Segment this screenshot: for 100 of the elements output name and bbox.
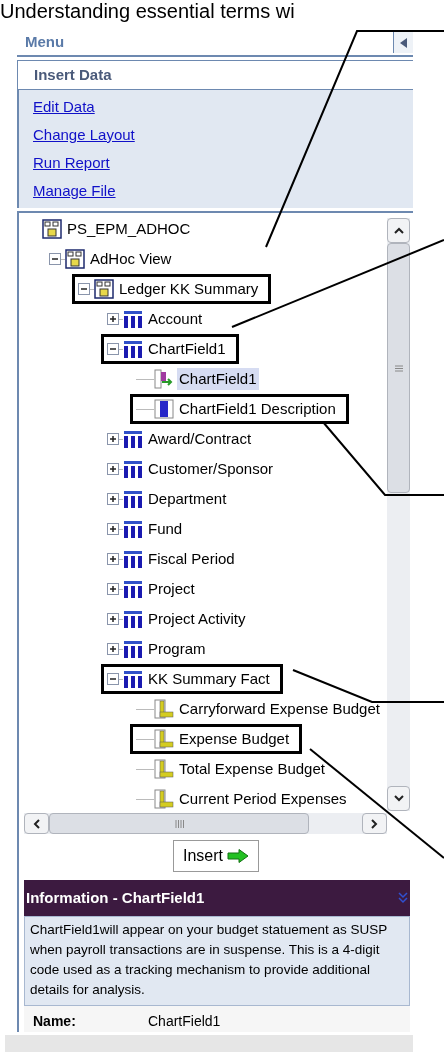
- double-chevron-down-icon: [398, 892, 408, 904]
- hierarchy-icon: [42, 219, 62, 239]
- scroll-down-button[interactable]: [387, 786, 410, 811]
- tree-item-label: Total Expense Budget: [178, 758, 326, 779]
- expand-toggle[interactable]: [107, 583, 119, 595]
- tree-item[interactable]: KK Summary Fact: [101, 664, 283, 694]
- horizontal-scrollbar[interactable]: [24, 813, 387, 834]
- collapse-toggle[interactable]: [49, 253, 61, 265]
- dimension-icon: [123, 339, 143, 359]
- page-heading: Understanding essential terms wi: [0, 0, 295, 22]
- arrow-right-icon: [227, 849, 249, 863]
- dimension-icon: [123, 489, 143, 509]
- tree-item[interactable]: Expense Budget: [130, 724, 303, 754]
- collapse-toggle[interactable]: [78, 283, 90, 295]
- insert-button[interactable]: Insert: [173, 840, 259, 872]
- measure-icon: [154, 789, 174, 809]
- tree-item[interactable]: Total Expense Budget: [130, 754, 338, 784]
- dimension-icon: [123, 669, 143, 689]
- tree-item-label: Fund: [147, 518, 184, 539]
- tree-item[interactable]: Fiscal Period: [101, 544, 248, 574]
- tree-item-label: Fiscal Period: [147, 548, 236, 569]
- expand-toggle[interactable]: [107, 613, 119, 625]
- menu-link[interactable]: Run Report: [33, 149, 110, 177]
- info-title: Information - ChartField1: [26, 887, 205, 908]
- tree-item[interactable]: Customer/Sponsor: [101, 454, 287, 484]
- tree-item[interactable]: ChartField1: [130, 364, 270, 394]
- tree-item[interactable]: ChartField1 Description: [130, 394, 349, 424]
- expand-toggle[interactable]: [107, 493, 119, 505]
- expand-toggle[interactable]: [107, 463, 119, 475]
- tree-item[interactable]: Carryforward Expense Budget: [130, 694, 387, 724]
- tree-item-label: Customer/Sponsor: [147, 458, 275, 479]
- tree-item-label: Project: [147, 578, 196, 599]
- tree-item-label: Current Period Expenses: [178, 788, 348, 809]
- tree-item-label: Expense Budget: [178, 728, 291, 749]
- menu-link[interactable]: Edit Data: [33, 93, 95, 121]
- attribute-icon: [154, 399, 174, 419]
- tree-item-label: Account: [147, 308, 204, 329]
- menu-link[interactable]: Manage File: [33, 177, 116, 205]
- tree-item[interactable]: Project: [101, 574, 208, 604]
- dimension-icon: [123, 609, 143, 629]
- tree-item[interactable]: ChartField1: [101, 334, 239, 364]
- name-value: ChartField1: [148, 1011, 221, 1031]
- tree-item-label: Program: [147, 638, 207, 659]
- collapse-toggle[interactable]: [107, 673, 119, 685]
- dimension-icon: [123, 579, 143, 599]
- chevron-up-icon: [393, 227, 404, 234]
- chevron-down-icon: [393, 795, 404, 802]
- dimension-icon: [123, 639, 143, 659]
- expand-toggle[interactable]: [107, 433, 119, 445]
- vertical-scrollbar[interactable]: [387, 218, 410, 811]
- tree-item[interactable]: Ledger KK Summary: [72, 274, 272, 304]
- tree-item[interactable]: PS_EPM_ADHOC: [36, 214, 204, 244]
- tree-item[interactable]: Fund: [101, 514, 196, 544]
- measure-icon: [154, 759, 174, 779]
- tree-item[interactable]: Current Period Expenses: [130, 784, 360, 813]
- hierarchy-icon: [65, 249, 85, 269]
- tree-item-label: ChartField1 Description: [178, 398, 337, 419]
- tree-item[interactable]: Department: [101, 484, 240, 514]
- tree-item[interactable]: Project Activity: [101, 604, 259, 634]
- tree-item-label: Award/Contract: [147, 428, 253, 449]
- dimension-icon: [123, 309, 143, 329]
- menu-current-item[interactable]: Insert Data: [17, 60, 413, 90]
- menu-title: Menu: [24, 31, 65, 52]
- tree-item[interactable]: AdHoc View: [43, 244, 185, 274]
- dimension-icon: [123, 549, 143, 569]
- hierarchy-icon: [94, 279, 114, 299]
- scroll-left-button[interactable]: [24, 813, 49, 834]
- tree-item-label: KK Summary Fact: [147, 668, 271, 689]
- dimension-icon: [123, 429, 143, 449]
- key-attribute-icon: [154, 369, 174, 389]
- collapse-button[interactable]: [393, 31, 413, 53]
- scroll-right-button[interactable]: [362, 813, 387, 834]
- expand-toggle[interactable]: [107, 553, 119, 565]
- expand-toggle[interactable]: [107, 313, 119, 325]
- tree-item-label: Carryforward Expense Budget: [178, 698, 381, 719]
- dimension-icon: [123, 519, 143, 539]
- measure-icon: [154, 729, 174, 749]
- collapse-toggle[interactable]: [107, 343, 119, 355]
- scroll-up-button[interactable]: [387, 218, 410, 243]
- name-label: Name:: [33, 1011, 77, 1031]
- tree-item[interactable]: Program: [101, 634, 219, 664]
- scroll-thumb[interactable]: [387, 243, 410, 493]
- tree-item-label: Project Activity: [147, 608, 247, 629]
- tree-item-label: ChartField1: [147, 338, 227, 359]
- tree-item[interactable]: Account: [101, 304, 216, 334]
- dimension-icon: [123, 459, 143, 479]
- tree-item-label: PS_EPM_ADHOC: [66, 218, 192, 239]
- tree-item[interactable]: Award/Contract: [101, 424, 265, 454]
- expand-toggle[interactable]: [107, 523, 119, 535]
- scroll-thumb[interactable]: [49, 813, 309, 834]
- tree-item-label: Department: [147, 488, 228, 509]
- tree-item-label: ChartField1: [177, 367, 259, 391]
- tree-item-label: Ledger KK Summary: [118, 278, 260, 299]
- left-triangle-icon: [400, 37, 407, 48]
- info-body: ChartField1will appear on your budget statuement as SUSP when payroll transactions are in suspense. This is a 4-digit code used as a tracking mechanism to provide additional details for analysis.: [24, 916, 410, 1006]
- expand-toggle[interactable]: [107, 643, 119, 655]
- measure-icon: [154, 699, 174, 719]
- chevron-left-icon: [33, 818, 40, 829]
- menu-link[interactable]: Change Layout: [33, 121, 135, 149]
- tree-item-label: AdHoc View: [89, 248, 173, 269]
